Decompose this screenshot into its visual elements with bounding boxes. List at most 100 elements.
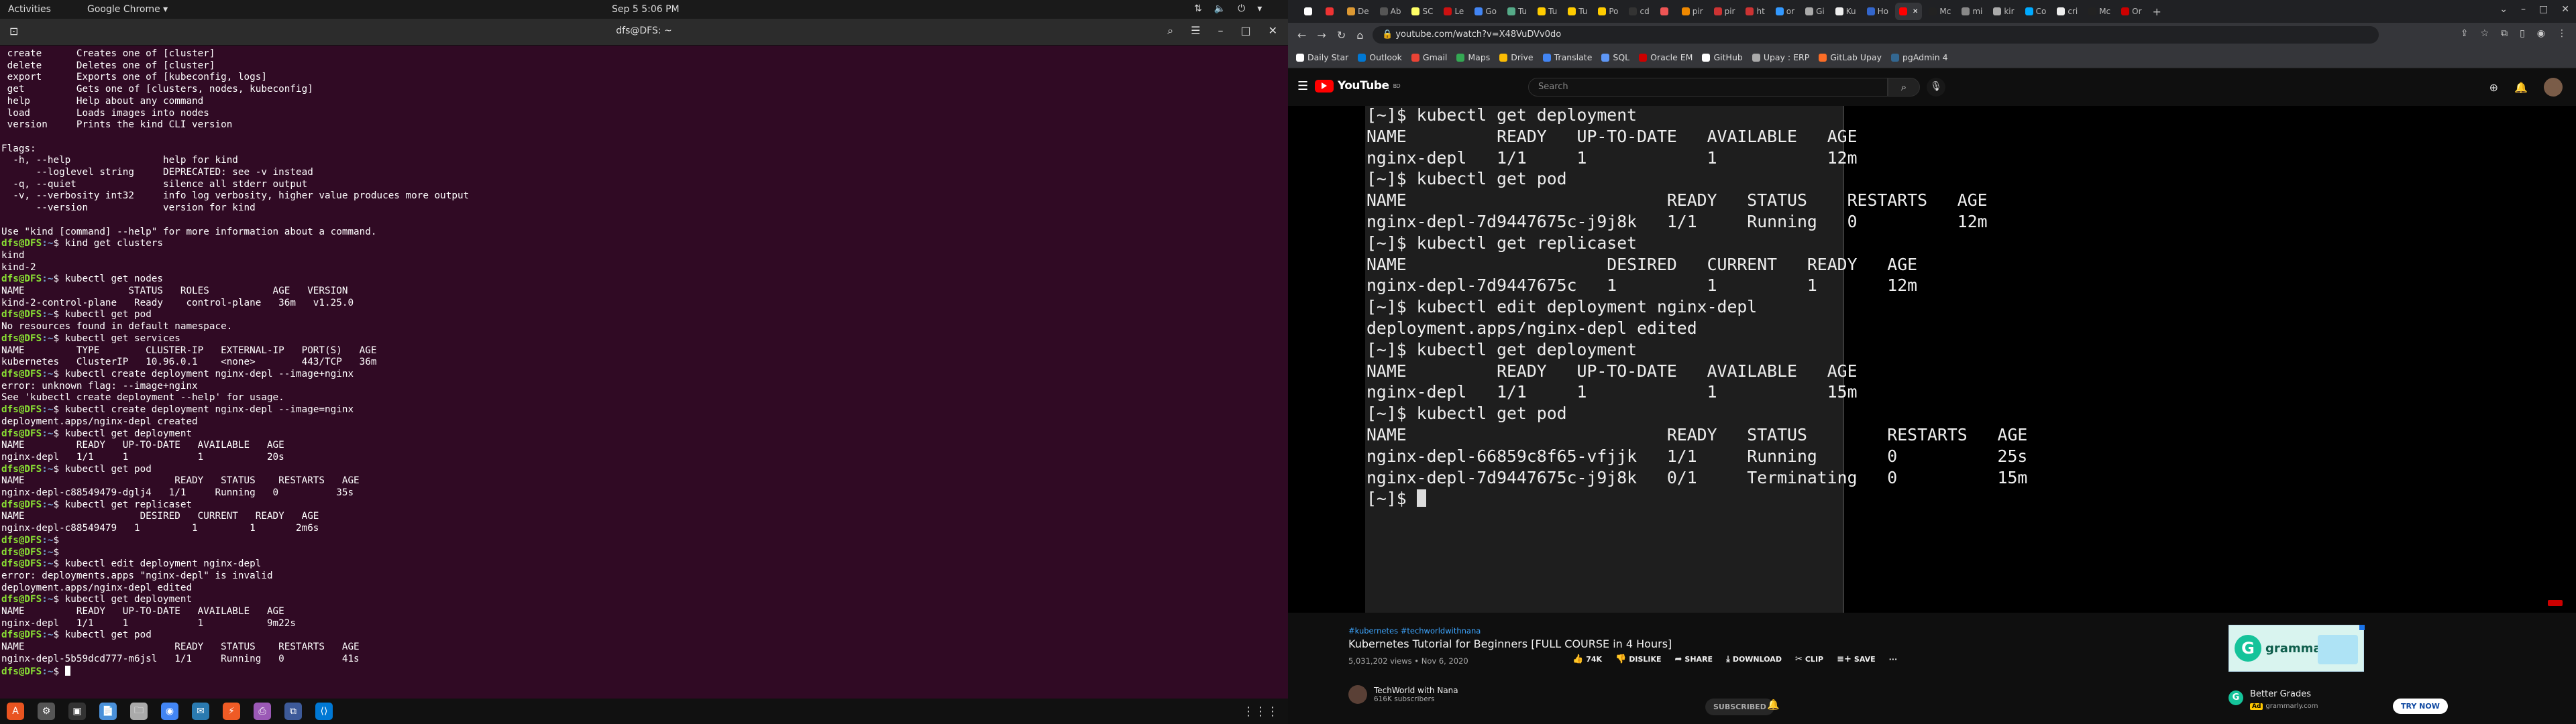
reload-icon[interactable]: ↻ [1337, 29, 1346, 42]
save-button[interactable]: ≡+ SAVE [1837, 654, 1876, 664]
create-video-icon[interactable]: ⊕ [2489, 81, 2498, 94]
sidebar-icon[interactable]: ▯ [2520, 28, 2525, 39]
browser-tab[interactable]: Or [2117, 3, 2145, 20]
browser-tab[interactable]: Gi [1801, 3, 1829, 20]
browser-tab[interactable]: De [1343, 3, 1373, 20]
bookmark-github[interactable]: GitHub [1702, 52, 1743, 62]
hamburger-menu-icon[interactable]: ☰ [1297, 79, 1308, 93]
bookmark-pgadmin-4[interactable]: pgAdmin 4 [1890, 52, 1948, 62]
like-button[interactable]: 👍 74K [1572, 654, 1602, 664]
dock-files-icon[interactable]: ▣ [68, 703, 86, 720]
hashtags[interactable]: #kubernetes #techworldwithnana [1348, 626, 1481, 636]
activities-button[interactable]: Activities [8, 4, 51, 15]
browser-tab[interactable]: cd [1625, 3, 1653, 20]
dock-screenshot-icon[interactable]: ⎙ [254, 703, 271, 720]
browser-tab[interactable]: Po [1594, 3, 1622, 20]
system-tray[interactable]: ⇅ 🔈 ⏻ ▾ [1194, 3, 1262, 14]
maximize-icon[interactable]: □ [2539, 4, 2548, 15]
channel-bell-icon[interactable]: 🔔 [1767, 699, 1780, 711]
ad-info-icon[interactable] [2359, 625, 2365, 630]
dock-vs-code-icon[interactable]: ⟨⟩ [315, 703, 333, 720]
clock[interactable]: Sep 5 5:06 PM [612, 4, 680, 15]
search-icon[interactable]: ⌕ [1167, 24, 1173, 38]
maximize-icon[interactable]: □ [1240, 24, 1250, 38]
video-player[interactable]: [~]$ kubectl get deployment NAME READY UP… [1288, 105, 2576, 613]
hamburger-menu-icon[interactable]: ☰ [1191, 24, 1200, 38]
browser-tab[interactable]: mi [1957, 3, 1986, 20]
dock-thunderbird-icon[interactable]: ✉ [192, 703, 209, 720]
browser-tab[interactable]: pir [1678, 3, 1707, 20]
browser-tab[interactable] [1322, 3, 1340, 20]
address-bar[interactable]: 🔒 youtube.com/watch?v=X48VuDVv0do [1373, 26, 2379, 44]
dock-postman-icon[interactable]: ⚡ [223, 703, 240, 720]
channel-name[interactable]: TechWorld with Nana [1374, 686, 1458, 695]
close-tab-icon[interactable]: ✕ [1913, 8, 1918, 15]
browser-tab[interactable] [1300, 3, 1319, 20]
browser-tab[interactable]: Ku [1831, 3, 1860, 20]
dock-documents-icon[interactable]: 📄 [99, 703, 117, 720]
ad-companion[interactable]: G Better Grades Ad grammarly.com [2229, 686, 2510, 723]
browser-tab[interactable]: ht [1741, 3, 1768, 20]
dock-files-manager-icon[interactable]: 🗀 [130, 703, 148, 720]
browser-tab[interactable]: Ab [1376, 3, 1405, 20]
browser-tab[interactable]: Tu [1534, 3, 1561, 20]
bookmark-maps[interactable]: Maps [1456, 52, 1490, 62]
home-icon[interactable]: ⌂ [1356, 29, 1363, 42]
bookmark-gitlab-upay[interactable]: GitLab Upay [1819, 52, 1882, 62]
browser-tab[interactable]: pir [1710, 3, 1739, 20]
bookmark-drive[interactable]: Drive [1499, 52, 1534, 62]
clip-button[interactable]: ✂ CLIP [1795, 654, 1823, 664]
browser-tab[interactable]: Ho [1863, 3, 1892, 20]
browser-tab[interactable]: kir [1989, 3, 2018, 20]
more-actions-button[interactable]: ··· [1889, 655, 1898, 664]
back-icon[interactable]: ← [1297, 29, 1306, 42]
download-button[interactable]: ⤓ DOWNLOAD [1726, 654, 1782, 664]
subscribed-button[interactable]: SUBSCRIBED [1705, 699, 1774, 715]
minimize-icon[interactable]: – [2521, 4, 2526, 15]
extensions-icon[interactable]: ⧉ [2501, 28, 2508, 39]
new-tab-button[interactable]: + [2149, 3, 2165, 20]
dock-remmina-icon[interactable]: ⧉ [284, 703, 302, 720]
dock-settings-icon[interactable]: ⚙ [38, 703, 55, 720]
app-menu[interactable]: Google Chrome ▾ [87, 4, 168, 15]
bookmark-daily-star[interactable]: Daily Star [1296, 52, 1348, 62]
browser-tab[interactable]: Mc [1925, 3, 1955, 20]
tab-search-icon[interactable]: ⌄ [2500, 4, 2508, 15]
profile-icon[interactable]: ◉ [2537, 28, 2545, 39]
bookmark-star-icon[interactable]: ☆ [2481, 28, 2489, 39]
try-now-button[interactable]: TRY NOW [2393, 699, 2448, 714]
bookmark-gmail[interactable]: Gmail [1411, 52, 1447, 62]
browser-tab[interactable]: ✕ [1894, 3, 1923, 20]
share-icon[interactable]: ⇪ [2461, 28, 2469, 39]
minimize-icon[interactable]: – [1218, 24, 1223, 38]
show-apps-icon[interactable]: ⋮⋮⋮ [1242, 705, 1279, 719]
share-button[interactable]: ➦ SHARE [1675, 654, 1713, 664]
dock-chrome-icon[interactable]: ◉ [161, 703, 178, 720]
browser-tab[interactable] [1656, 3, 1675, 20]
voice-search-button[interactable]: 🎙 [1927, 78, 1945, 97]
browser-tab[interactable]: Co [2021, 3, 2051, 20]
bookmark-upay-erp[interactable]: Upay : ERP [1752, 52, 1809, 62]
browser-tab[interactable]: Go [1470, 3, 1501, 20]
search-input[interactable]: Search [1528, 78, 1888, 97]
bookmark-sql[interactable]: SQL [1601, 52, 1629, 62]
bookmark-outlook[interactable]: Outlook [1358, 52, 1402, 62]
close-icon[interactable]: ✕ [2561, 4, 2569, 15]
browser-tab[interactable]: Le [1440, 3, 1468, 20]
dislike-button[interactable]: 👎 DISLIKE [1615, 654, 1661, 664]
browser-tab[interactable]: cri [2053, 3, 2082, 20]
terminal-output[interactable]: create Creates one of [cluster] delete D… [1, 48, 1283, 699]
avatar[interactable] [2544, 78, 2563, 97]
bookmark-oracle-em[interactable]: Oracle EM [1639, 52, 1693, 62]
browser-tab[interactable]: SC [1407, 3, 1437, 20]
search-button[interactable]: ⌕ [1888, 78, 1920, 97]
bookmark-translate[interactable]: Translate [1542, 52, 1592, 62]
ad-banner[interactable]: G grammarly [2229, 625, 2364, 672]
dock-ubuntu-software-icon[interactable]: A [7, 703, 24, 720]
browser-tab[interactable]: Tu [1503, 3, 1531, 20]
notifications-bell-icon[interactable]: 🔔 [2514, 81, 2528, 94]
close-icon[interactable]: ✕ [1269, 24, 1277, 38]
youtube-logo[interactable]: YouTube BD [1315, 79, 1401, 93]
forward-icon[interactable]: → [1317, 29, 1326, 42]
browser-tab[interactable]: Tu [1564, 3, 1591, 20]
